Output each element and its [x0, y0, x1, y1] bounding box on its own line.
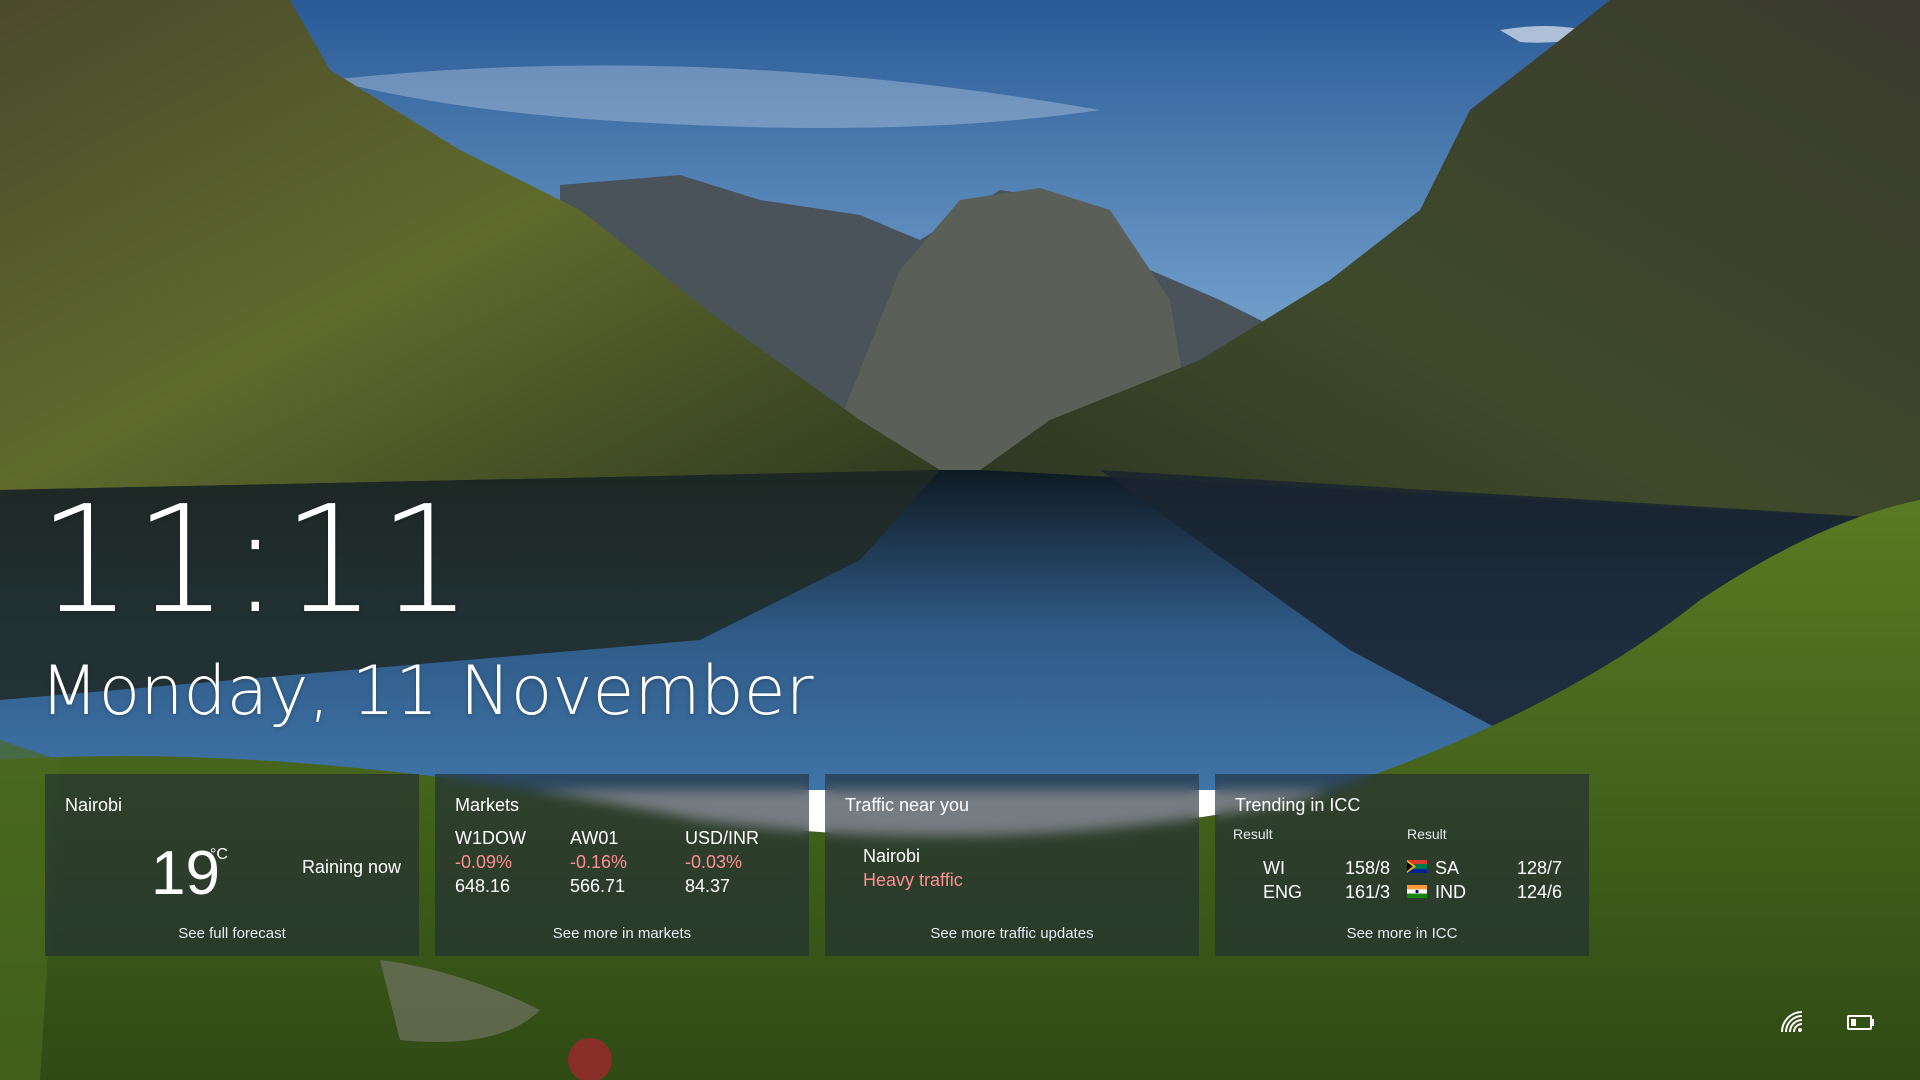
markets-card[interactable]: Markets W1DOW -0.09% 648.16 AW01 -0.16% … — [435, 774, 809, 956]
team-score: 158/8 — [1345, 858, 1391, 878]
see-more-icc-link[interactable]: See more in ICC — [1215, 925, 1589, 942]
match-result-label: Result — [1233, 826, 1273, 842]
market-change: -0.16% — [570, 852, 628, 872]
traffic-info: Nairobi Heavy traffic — [863, 844, 963, 892]
see-more-traffic-link[interactable]: See more traffic updates — [825, 925, 1199, 942]
market-value: 84.37 — [685, 876, 731, 896]
icc-card[interactable]: Trending in ICC Result Result WI 158/8 S… — [1215, 774, 1589, 956]
battery-icon[interactable] — [1846, 1008, 1876, 1036]
traffic-card[interactable]: Traffic near you Nairobi Heavy traffic S… — [825, 774, 1199, 956]
team-name: SA — [1435, 858, 1460, 878]
lockscreen-date: Monday, 11 November — [40, 652, 814, 731]
traffic-location: Nairobi — [863, 846, 921, 866]
market-item: AW01 -0.16% 566.71 — [570, 826, 685, 898]
market-value: 648.16 — [455, 876, 511, 896]
weather-condition: Raining now — [301, 857, 401, 877]
india-flag — [1407, 885, 1427, 898]
team-score: 128/7 — [1517, 858, 1563, 878]
icc-title: Trending in ICC — [1235, 795, 1361, 815]
weather-card[interactable]: Nairobi 19 °C Raining now See full forec… — [45, 774, 419, 956]
team-score: 124/6 — [1517, 882, 1563, 902]
traffic-title: Traffic near you — [845, 795, 970, 815]
market-value: 566.71 — [570, 876, 626, 896]
team-name: ENG — [1263, 882, 1303, 902]
market-item: USD/INR -0.03% 84.37 — [685, 826, 800, 898]
widget-cards: Nairobi 19 °C Raining now See full forec… — [45, 774, 1589, 956]
see-full-forecast-link[interactable]: See full forecast — [45, 925, 419, 942]
south-africa-flag — [1407, 860, 1427, 873]
weather-unit: °C — [210, 846, 228, 863]
market-symbol: AW01 — [570, 828, 619, 848]
team-name: WI — [1263, 858, 1285, 878]
match-result-label: Result — [1407, 826, 1447, 842]
weather-city: Nairobi — [65, 795, 123, 815]
market-item: W1DOW -0.09% 648.16 — [455, 826, 570, 898]
see-more-markets-link[interactable]: See more in markets — [435, 925, 809, 942]
market-symbol: USD/INR — [685, 828, 760, 848]
market-symbol: W1DOW — [455, 828, 526, 848]
team-name: IND — [1435, 882, 1466, 902]
lockscreen-time: 11:11 — [38, 474, 475, 646]
markets-list: W1DOW -0.09% 648.16 AW01 -0.16% 566.71 U… — [455, 826, 800, 898]
market-change: -0.09% — [455, 852, 513, 872]
network-icon[interactable] — [1778, 1008, 1806, 1036]
team-score: 161/3 — [1345, 882, 1391, 902]
traffic-status: Heavy traffic — [863, 870, 963, 890]
markets-title: Markets — [455, 795, 520, 815]
market-change: -0.03% — [685, 852, 743, 872]
